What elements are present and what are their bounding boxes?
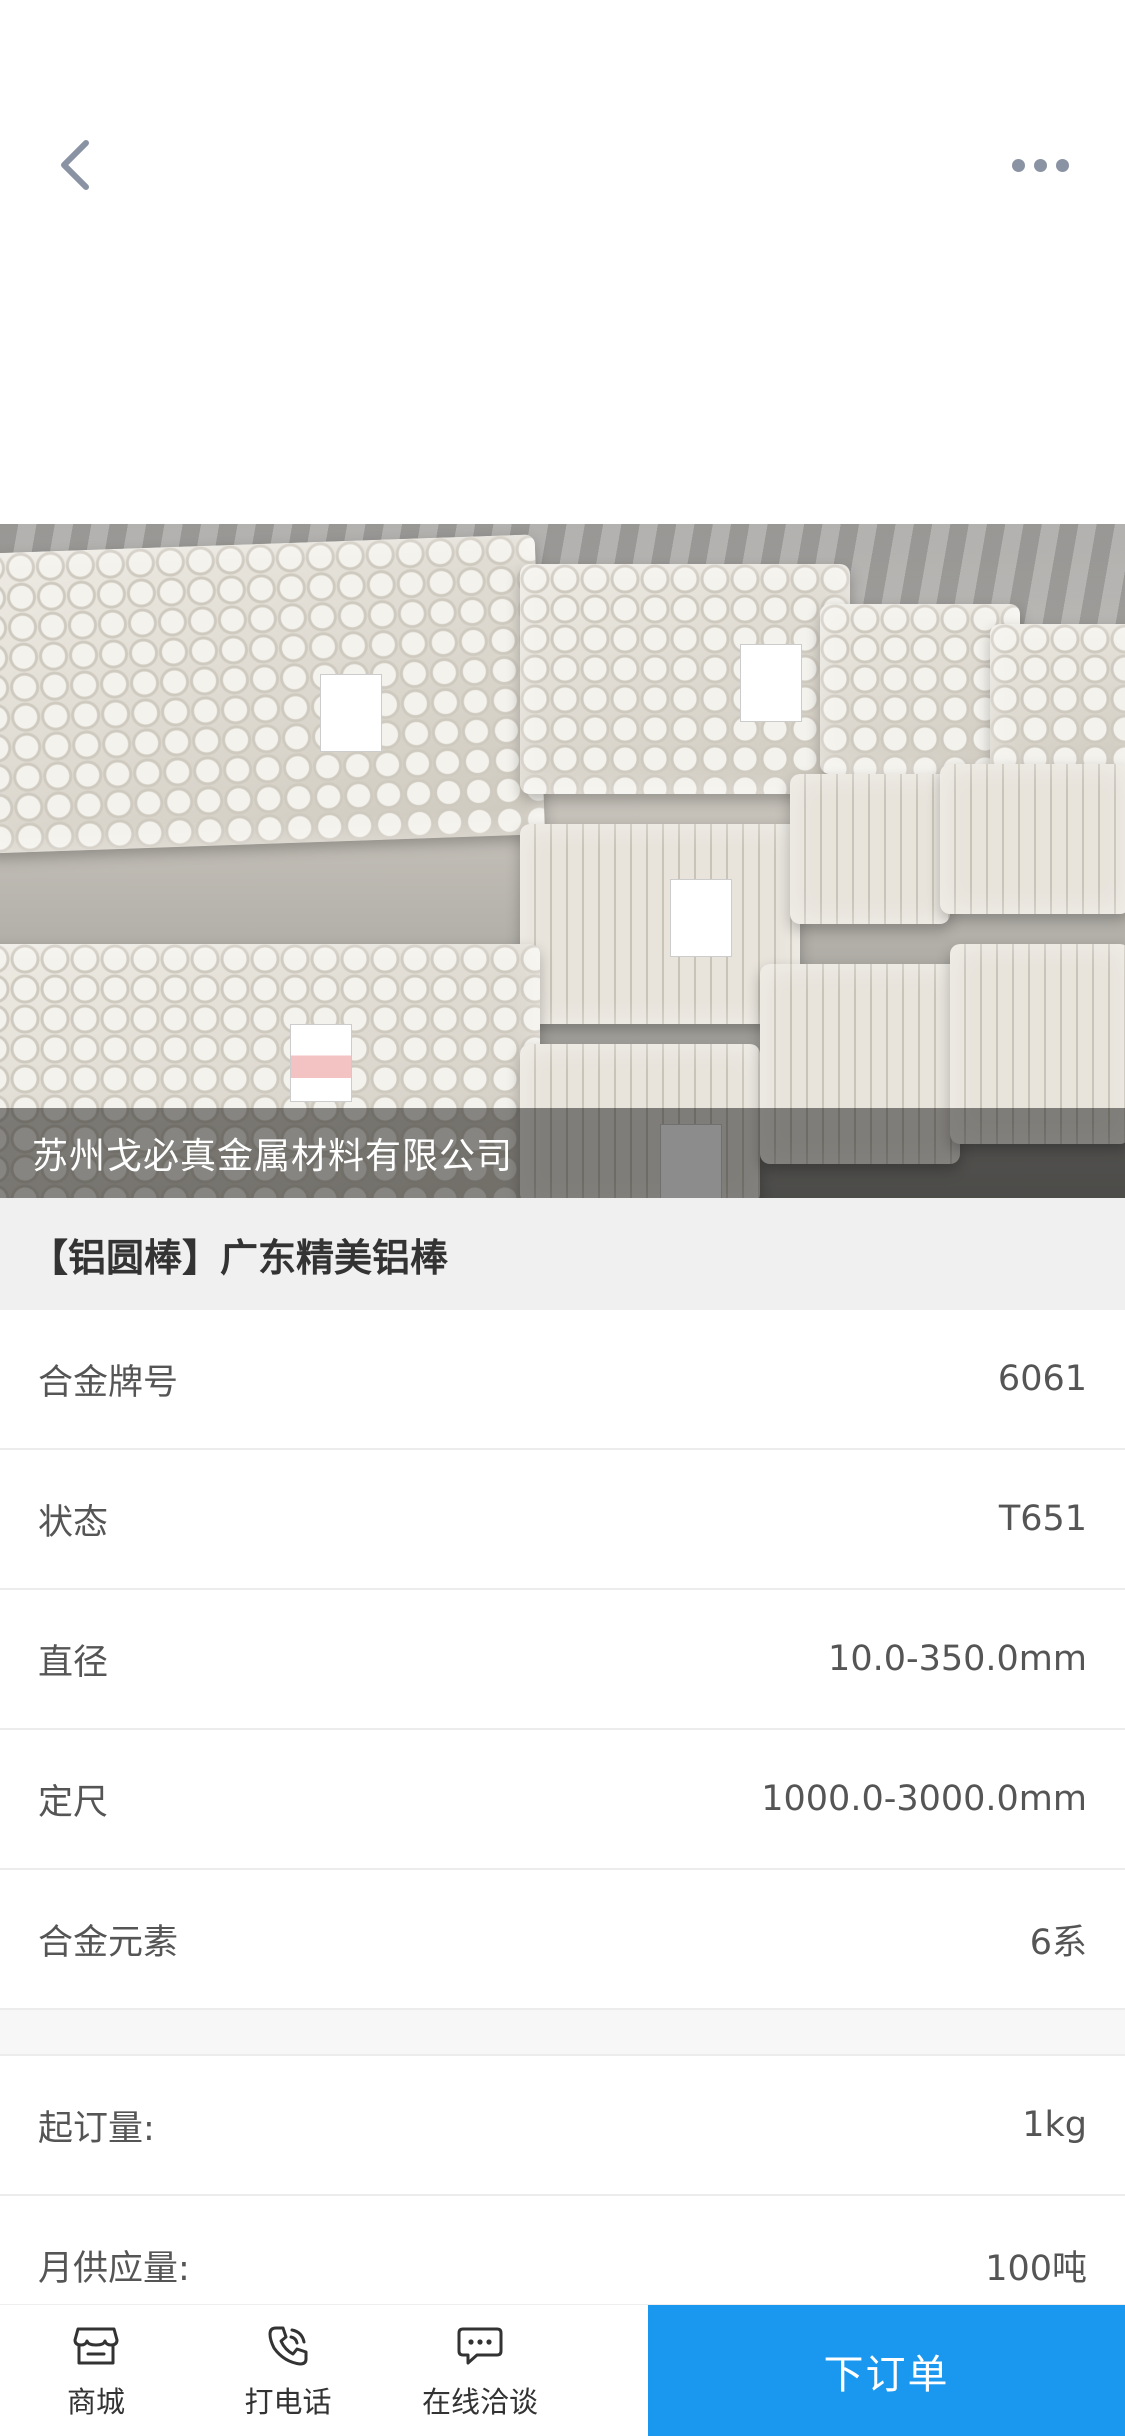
bottom-action-bar: 商城 打电话 在线洽谈 下订单 [0, 2304, 1125, 2436]
spec-label: 合金牌号 [38, 1362, 179, 1403]
spec-value: T651 [998, 1499, 1087, 1539]
place-order-button[interactable]: 下订单 [648, 2305, 1125, 2436]
company-name: 苏州戈必真金属材料有限公司 [32, 1136, 514, 1177]
supply-row-min-order: 起订量: 1kg [0, 2056, 1125, 2196]
spec-value: 1000.0-3000.0mm [761, 1779, 1087, 1819]
spec-row-diameter: 直径 10.0-350.0mm [0, 1590, 1125, 1730]
spec-row-alloy-grade: 合金牌号 6061 [0, 1310, 1125, 1450]
product-title-bar: 【铝圆棒】广东精美铝棒 [0, 1198, 1125, 1310]
section-divider [0, 2010, 1125, 2056]
supply-label: 月供应量: [38, 2248, 190, 2289]
spec-row-alloy-element: 合金元素 6系 [0, 1870, 1125, 2010]
spec-label: 定尺 [38, 1782, 109, 1823]
back-button[interactable] [40, 125, 110, 205]
spec-label: 直径 [38, 1642, 109, 1683]
store-icon [71, 2321, 121, 2371]
spec-value: 6系 [1029, 1922, 1087, 1963]
spec-row-temper: 状态 T651 [0, 1450, 1125, 1590]
supply-value: 100吨 [985, 2248, 1087, 2289]
chat-button[interactable]: 在线洽谈 [384, 2305, 576, 2436]
call-label: 打电话 [244, 2385, 332, 2419]
shop-label: 商城 [66, 2385, 125, 2419]
spec-value: 10.0-350.0mm [828, 1639, 1087, 1679]
supply-label: 起订量: [38, 2108, 155, 2149]
product-detail-page: 苏州戈必真金属材料有限公司 【铝圆棒】广东精美铝棒 合金牌号 6061 状态 T… [0, 0, 1125, 2436]
more-horizontal-icon [1011, 158, 1025, 172]
spec-label: 合金元素 [38, 1922, 179, 1963]
spec-value: 6061 [997, 1359, 1087, 1399]
top-nav [0, 0, 1125, 524]
chat-icon [455, 2321, 505, 2371]
company-caption: 苏州戈必真金属材料有限公司 [0, 1108, 1125, 1198]
chat-label: 在线洽谈 [421, 2385, 538, 2419]
more-button[interactable] [995, 130, 1085, 200]
product-title: 【铝圆棒】广东精美铝棒 [30, 1235, 449, 1280]
place-order-label: 下订单 [823, 2352, 950, 2398]
spec-label: 状态 [38, 1502, 109, 1543]
shop-button[interactable]: 商城 [0, 2305, 192, 2436]
supply-value: 1kg [1022, 2105, 1087, 2145]
call-button[interactable]: 打电话 [192, 2305, 384, 2436]
spec-list: 合金牌号 6061 状态 T651 直径 10.0-350.0mm 定尺 100… [0, 1310, 1125, 2336]
product-image[interactable]: 苏州戈必真金属材料有限公司 [0, 524, 1125, 1198]
phone-icon [263, 2321, 313, 2371]
spec-row-fixed-length: 定尺 1000.0-3000.0mm [0, 1730, 1125, 1870]
chevron-left-icon [61, 140, 89, 190]
